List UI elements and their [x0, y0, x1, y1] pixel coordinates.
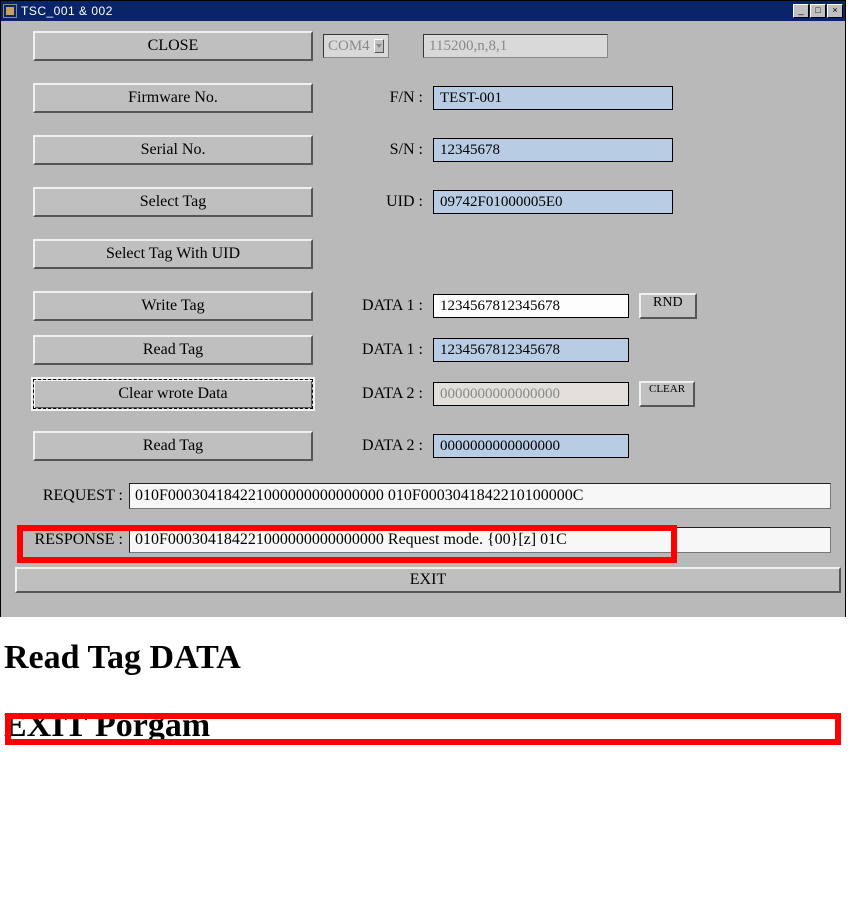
- close-window-button[interactable]: ×: [827, 4, 843, 18]
- app-window: TSC_001 & 002 _ □ × CLOSE COM4 115200,n,…: [0, 0, 846, 617]
- sn-label: S/N :: [333, 141, 423, 159]
- fn-value: TEST-001: [433, 86, 673, 110]
- clear-button[interactable]: CLEAR: [639, 381, 695, 407]
- window-controls: _ □ ×: [792, 4, 843, 18]
- data1-write-value[interactable]: 1234567812345678: [433, 294, 629, 318]
- data2-read-label: DATA 2 :: [333, 437, 423, 455]
- port-config: 115200,n,8,1: [423, 34, 608, 58]
- titlebar: TSC_001 & 002 _ □ ×: [1, 1, 845, 21]
- select-tag-uid-button[interactable]: Select Tag With UID: [33, 239, 313, 269]
- annotation-line-1: Read Tag DATA: [4, 639, 865, 677]
- write-tag-button[interactable]: Write Tag: [33, 291, 313, 321]
- window-title: TSC_001 & 002: [21, 4, 792, 18]
- fn-label: F/N :: [333, 89, 423, 107]
- serial-button[interactable]: Serial No.: [33, 135, 313, 165]
- close-button[interactable]: CLOSE: [33, 31, 313, 61]
- data1-write-label: DATA 1 :: [333, 297, 423, 315]
- read-tag-2-button[interactable]: Read Tag: [33, 431, 313, 461]
- row-select-tag-uid: Select Tag With UID: [9, 239, 837, 269]
- data2-write-label: DATA 2 :: [333, 385, 423, 403]
- clear-wrote-data-button[interactable]: Clear wrote Data: [33, 379, 313, 409]
- firmware-button[interactable]: Firmware No.: [33, 83, 313, 113]
- response-label: RESPONSE :: [15, 531, 123, 549]
- com-port-select[interactable]: COM4: [323, 34, 389, 58]
- row-select-tag: Select Tag UID : 09742F01000005E0: [9, 187, 837, 217]
- request-value[interactable]: 010F000304184221000000000000000 010F0003…: [129, 483, 831, 509]
- uid-label: UID :: [333, 193, 423, 211]
- sn-value: 12345678: [433, 138, 673, 162]
- uid-value: 09742F01000005E0: [433, 190, 673, 214]
- select-tag-button[interactable]: Select Tag: [33, 187, 313, 217]
- client-area: CLOSE COM4 115200,n,8,1 Firmware No. F/N…: [1, 21, 845, 617]
- row-close: CLOSE COM4 115200,n,8,1: [9, 31, 837, 61]
- read-tag-1-button[interactable]: Read Tag: [33, 335, 313, 365]
- annotation-line-2: EXIT Porgam: [4, 707, 865, 745]
- response-value[interactable]: 010F000304184221000000000000000 Request …: [129, 527, 831, 553]
- row-response: RESPONSE : 010F0003041842210000000000000…: [15, 527, 837, 553]
- annotations: Read Tag DATA EXIT Porgam: [0, 617, 865, 745]
- row-clear-wrote: Clear wrote Data DATA 2 : 00000000000000…: [9, 379, 837, 409]
- chevron-down-icon: [374, 39, 384, 53]
- request-label: REQUEST :: [15, 487, 123, 505]
- row-read-tag-1: Read Tag DATA 1 : 1234567812345678: [9, 335, 837, 365]
- row-request: REQUEST : 010F00030418422100000000000000…: [15, 483, 837, 509]
- row-read-tag-2: Read Tag DATA 2 : 0000000000000000: [9, 431, 837, 461]
- com-port-value: COM4: [328, 38, 370, 55]
- row-serial: Serial No. S/N : 12345678: [9, 135, 837, 165]
- app-icon: [3, 4, 17, 18]
- exit-button[interactable]: EXIT: [15, 567, 841, 593]
- data2-write-value[interactable]: 0000000000000000: [433, 382, 629, 406]
- data1-read-value: 1234567812345678: [433, 338, 629, 362]
- data1-read-label: DATA 1 :: [333, 341, 423, 359]
- rnd-button[interactable]: RND: [639, 293, 697, 319]
- row-firmware: Firmware No. F/N : TEST-001: [9, 83, 837, 113]
- row-write-tag: Write Tag DATA 1 : 1234567812345678 RND: [9, 291, 837, 321]
- minimize-button[interactable]: _: [793, 4, 809, 18]
- restore-button[interactable]: □: [810, 4, 826, 18]
- data2-read-value: 0000000000000000: [433, 434, 629, 458]
